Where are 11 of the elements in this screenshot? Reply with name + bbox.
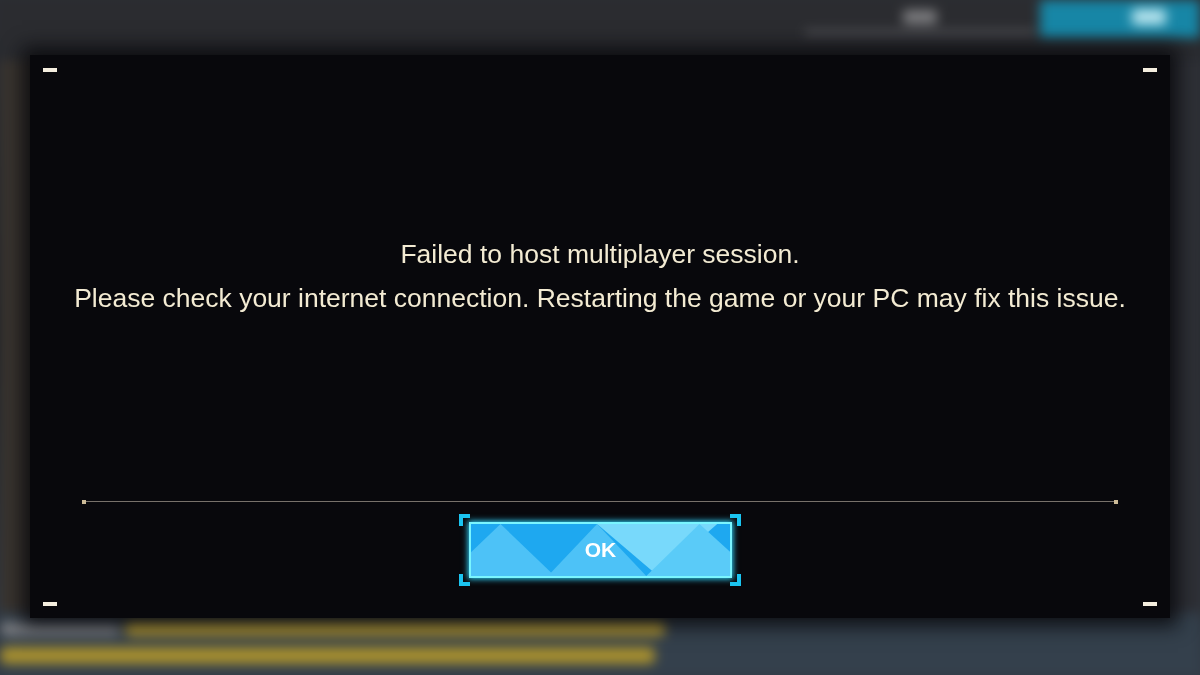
corner-bracket-icon — [459, 514, 470, 526]
corner-bracket-icon — [459, 574, 470, 586]
message-text: Please check your internet connection. Restarting the game or your PC may fix this issue. — [74, 282, 1126, 315]
ok-button[interactable]: OK — [469, 522, 732, 578]
corner-bracket-icon — [730, 514, 741, 526]
corner-bracket-icon — [730, 574, 741, 586]
corner-dash-icon — [1143, 602, 1157, 606]
corner-dash-icon — [1143, 68, 1157, 72]
corner-dash-icon — [43, 602, 57, 606]
message-text: Failed to host multiplayer session. — [400, 238, 800, 271]
corner-dash-icon — [43, 68, 57, 72]
